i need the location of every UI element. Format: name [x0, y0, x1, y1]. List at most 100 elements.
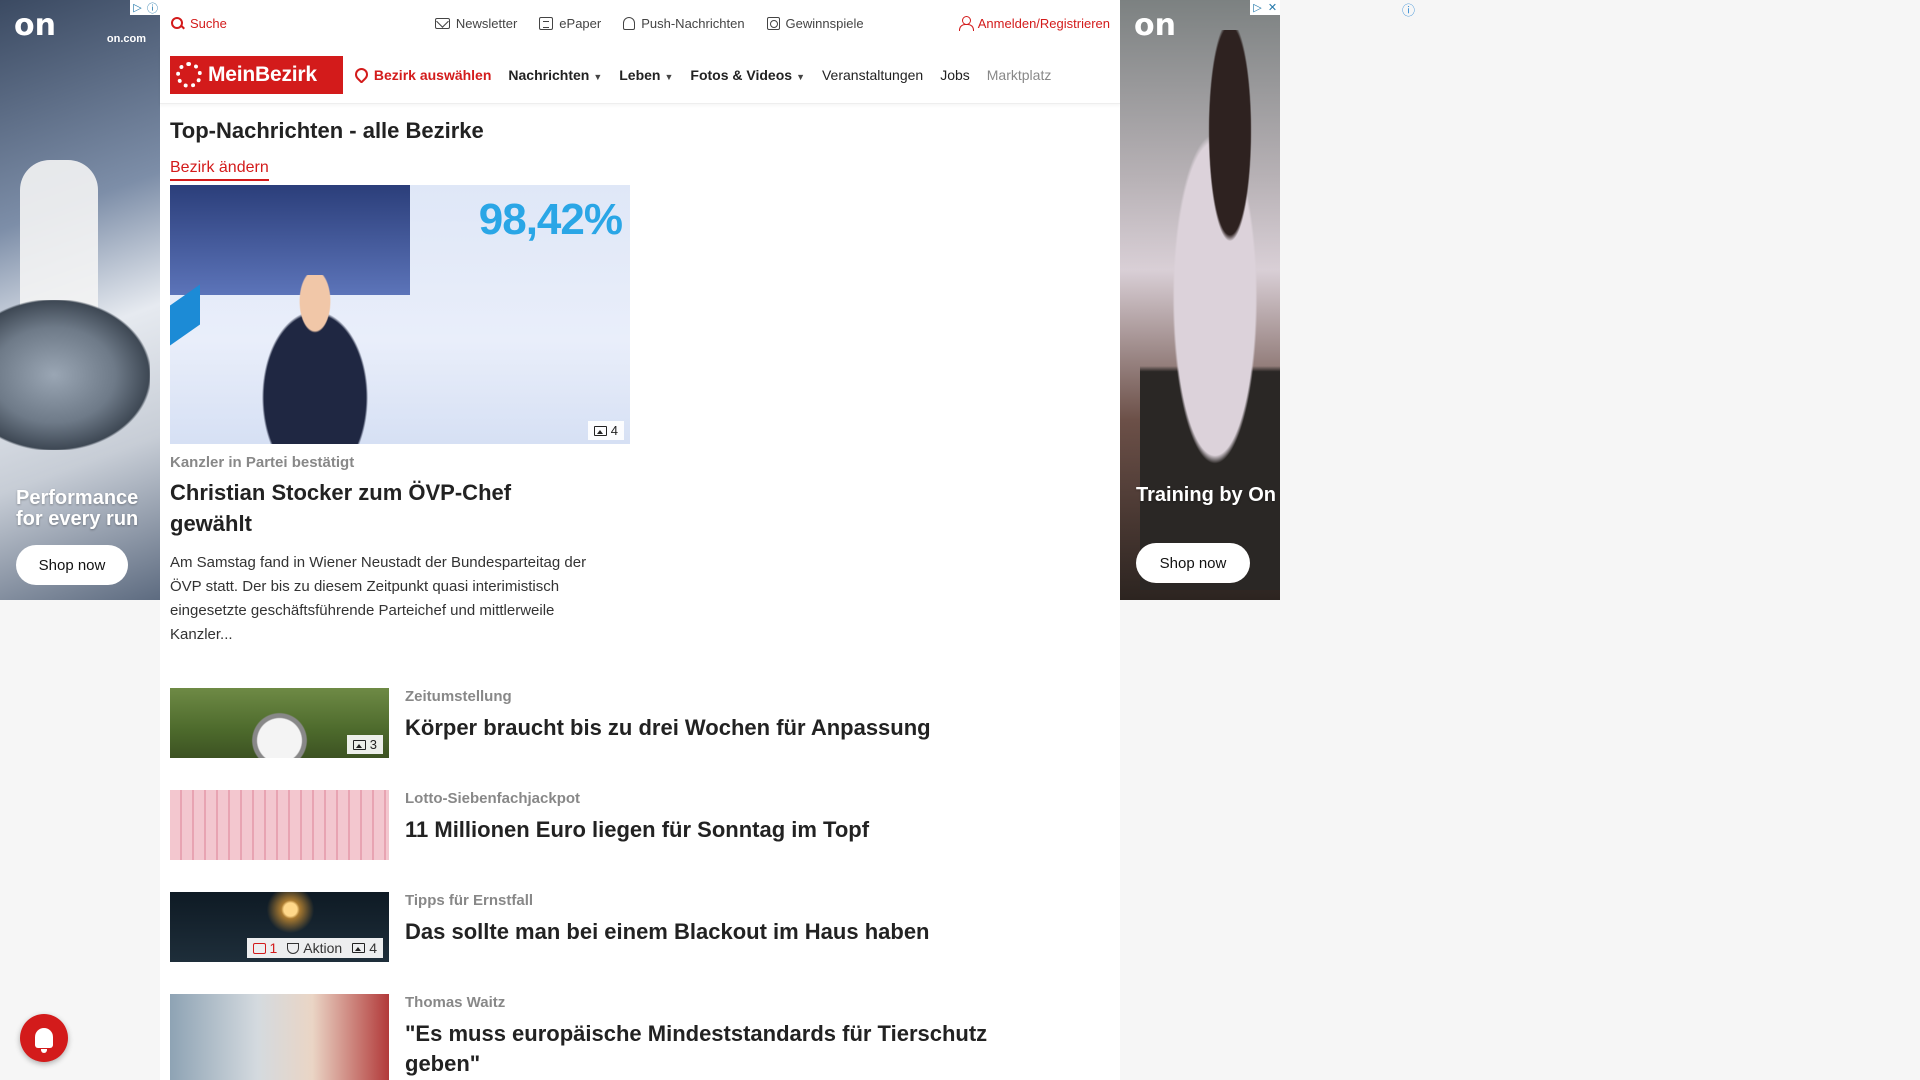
search-icon: [170, 16, 184, 30]
gift-icon: [766, 16, 780, 30]
article-thumbnail[interactable]: 1 Aktion 4: [170, 892, 389, 962]
comment-icon: [253, 942, 267, 954]
adchoices-icon[interactable]: ▷: [1250, 0, 1265, 15]
nav-item-marktplatz[interactable]: Marktplatz: [987, 67, 1052, 83]
list-item[interactable]: Thomas Waitz "Es muss europäische Mindes…: [170, 994, 1110, 1080]
site-logo[interactable]: MeinBezirk: [170, 55, 343, 94]
ad-site-label: on.com: [106, 33, 146, 45]
nav-items: Bezirk auswählen Nachrichten ▼ Leben ▼ Fot…: [355, 67, 1110, 83]
newsletter-link[interactable]: Newsletter: [434, 15, 518, 31]
login-link[interactable]: Anmelden/Registrieren: [958, 16, 1110, 31]
gewinnspiele-link[interactable]: Gewinnspiele: [766, 15, 864, 31]
adchoices-icon[interactable]: ▷: [130, 0, 145, 15]
ad-shop-now-button[interactable]: Shop now: [16, 545, 128, 585]
newsletter-label: Newsletter: [455, 15, 518, 31]
content: Top-Nachrichten - alle Bezirke Bezirk än…: [160, 118, 1120, 1080]
ad-info-icon[interactable]: ⓘ: [1402, 0, 1415, 19]
article-headline[interactable]: Das sollte man bei einem Blackout im Hau…: [405, 917, 930, 947]
user-icon: [958, 16, 974, 31]
push-notifications-link[interactable]: Push-Nachrichten: [623, 15, 745, 31]
notification-bell-button[interactable]: [20, 1014, 68, 1062]
article-badges: 1 Aktion 4: [247, 938, 383, 958]
list-item[interactable]: 3 Zeitumstellung Körper braucht bis zu d…: [170, 688, 1110, 758]
article-text: Thomas Waitz "Es muss europäische Mindes…: [405, 994, 1045, 1080]
nav-item-fotos-videos[interactable]: Fotos & Videos ▼: [690, 67, 805, 83]
lead-teaser: Am Samstag fand in Wiener Neustadt der B…: [170, 554, 587, 643]
photo-count-badge: 3: [346, 735, 383, 754]
article-list: 3 Zeitumstellung Körper braucht bis zu d…: [170, 688, 1110, 1080]
list-item[interactable]: Lotto-Siebenfachjackpot 11 Millionen Eur…: [170, 790, 1110, 860]
ad-choices[interactable]: ▷ ⓘ: [130, 0, 160, 15]
page: on on.com Performance for every run Shop…: [0, 0, 1920, 1080]
article-kicker: Zeitumstellung: [405, 688, 512, 705]
article-text: Zeitumstellung Körper braucht bis zu dre…: [405, 688, 931, 758]
nav-item-leben[interactable]: Leben ▼: [619, 67, 673, 83]
comment-count-value: 1: [269, 940, 278, 956]
chevron-down-icon: ▼: [796, 71, 805, 82]
bell-icon: [623, 16, 636, 30]
photo-count: 4: [610, 423, 618, 438]
nav-item-nachrichten[interactable]: Nachrichten ▼: [508, 67, 602, 83]
article-headline[interactable]: "Es muss europäische Mindeststandards fü…: [405, 1019, 1045, 1079]
article-thumbnail[interactable]: [170, 790, 389, 860]
nav-label: Leben: [619, 66, 661, 83]
nav-item-veranstaltungen[interactable]: Veranstaltungen: [822, 67, 923, 83]
lead-headline[interactable]: Christian Stocker zum ÖVP-Chef gewählt: [170, 477, 590, 539]
select-bezirk-button[interactable]: Bezirk auswählen: [355, 67, 492, 83]
lead-article[interactable]: 98,42% 4 Kanzler in Partei bestätigt Chr…: [170, 185, 630, 647]
main-column: Suche Newsletter ePaper Push-Nachrichten: [160, 0, 1120, 1080]
article-text: Tipps für Ernstfall Das sollte man bei e…: [405, 892, 930, 962]
lead-image[interactable]: 98,42% 4: [170, 185, 630, 444]
section-title: Top-Nachrichten - alle Bezirke: [170, 118, 484, 143]
location-pin-icon: [355, 68, 366, 82]
ad-left[interactable]: on on.com Performance for every run Shop…: [0, 0, 160, 600]
logo-text: MeinBezirk: [208, 62, 317, 86]
photo-count-badge: 4: [587, 421, 624, 440]
nav-label: Fotos & Videos: [690, 66, 793, 83]
photo-count: 3: [369, 737, 377, 752]
push-label: Push-Nachrichten: [641, 15, 745, 31]
article-kicker: Thomas Waitz: [405, 994, 506, 1011]
article-kicker: Tipps für Ernstfall: [405, 892, 534, 909]
nav-label: Nachrichten: [508, 66, 590, 83]
mail-icon: [434, 17, 450, 29]
newspaper-icon: [539, 16, 554, 30]
ad-right[interactable]: on Training by On Shop now ▷ ✕: [1120, 0, 1280, 600]
image-icon: [352, 943, 366, 953]
utility-links: Newsletter ePaper Push-Nachrichten Gewin…: [434, 15, 864, 31]
bezirk-label: Bezirk auswählen: [373, 66, 492, 83]
search-label: Suche: [190, 15, 227, 31]
ad-headline: Training by On: [1136, 484, 1277, 506]
article-text: Lotto-Siebenfachjackpot 11 Millionen Eur…: [405, 790, 869, 860]
nav-item-jobs[interactable]: Jobs: [940, 67, 970, 83]
ad-info-icon[interactable]: ⓘ: [145, 0, 160, 15]
ad-logo: on: [1134, 8, 1176, 43]
trophy-icon: [287, 942, 300, 954]
gewinnspiele-label: Gewinnspiele: [785, 15, 864, 31]
ad-choices[interactable]: ▷ ✕: [1250, 0, 1280, 15]
notification-bell-icon: [35, 1028, 53, 1053]
search-link[interactable]: Suche: [170, 16, 227, 31]
top-bar: Suche Newsletter ePaper Push-Nachrichten: [160, 0, 1120, 46]
ad-headline: Performance for every run: [16, 487, 139, 530]
ad-logo: on: [14, 8, 56, 43]
epaper-label: ePaper: [559, 15, 602, 31]
article-kicker: Lotto-Siebenfachjackpot: [405, 790, 581, 807]
lead-image-percentage: 98,42%: [478, 195, 623, 244]
chevron-down-icon: ▼: [593, 71, 603, 82]
action-badge: Aktion: [287, 940, 342, 956]
chevron-down-icon: ▼: [664, 71, 674, 82]
photo-count: 4: [369, 940, 377, 956]
main-nav: MeinBezirk Bezirk auswählen Nachrichten ▼…: [160, 46, 1120, 104]
article-headline[interactable]: Körper braucht bis zu drei Wochen für An…: [405, 713, 931, 743]
list-item[interactable]: 1 Aktion 4 Tipps für Ernstfall Das sollt…: [170, 892, 1110, 962]
ad-shop-now-button[interactable]: Shop now: [1136, 543, 1250, 583]
article-thumbnail[interactable]: [170, 994, 389, 1080]
article-thumbnail[interactable]: 3: [170, 688, 389, 758]
article-headline[interactable]: 11 Millionen Euro liegen für Sonntag im …: [405, 815, 869, 845]
epaper-link[interactable]: ePaper: [539, 16, 601, 31]
comment-count: 1: [253, 940, 277, 956]
photo-count-badge: 4: [352, 940, 377, 956]
close-icon[interactable]: ✕: [1265, 0, 1280, 15]
change-bezirk-link[interactable]: Bezirk ändern: [170, 159, 269, 181]
